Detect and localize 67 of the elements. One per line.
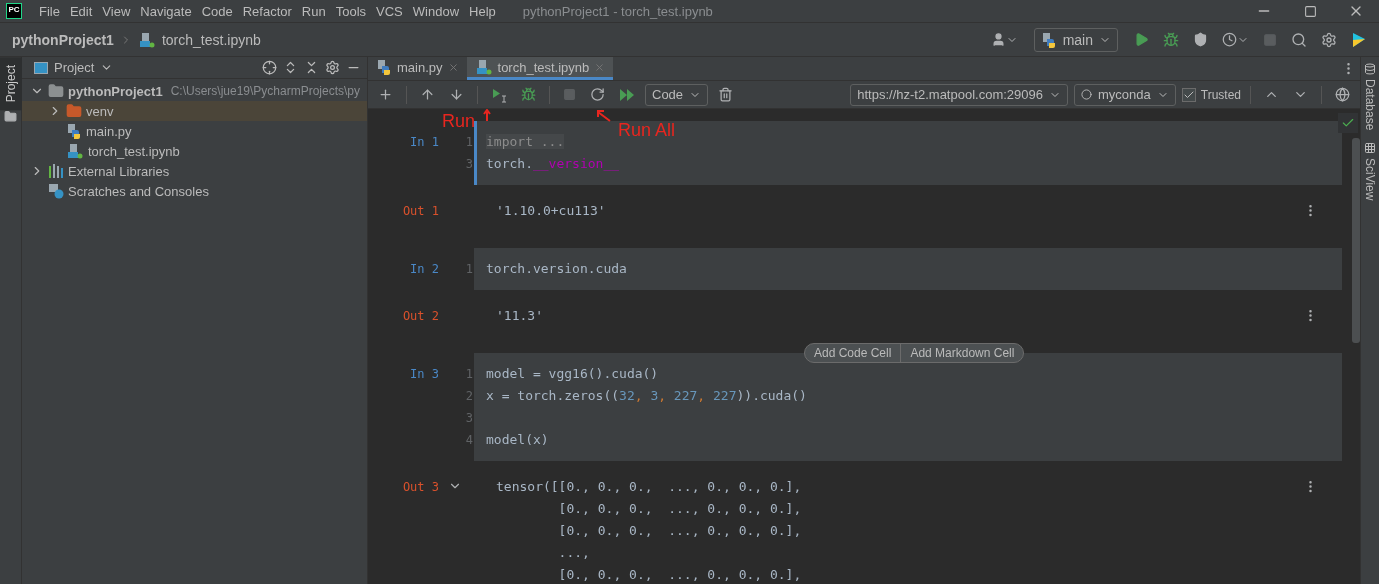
output-line: [0., 0., 0., ..., 0., 0., 0.], (557, 522, 802, 540)
trusted-checkbox[interactable]: Trusted (1181, 87, 1241, 102)
kernel-dropdown[interactable]: myconda (1074, 83, 1176, 106)
tree-item[interactable]: pythonProject1 C:\Users\jue19\PycharmProjects\py (22, 81, 367, 101)
editor-tab[interactable]: main.py (368, 57, 467, 80)
line-number: 1 (465, 261, 473, 278)
output-line: '1.10.0+cu113' (496, 202, 606, 220)
tree-item-label: External Libraries (68, 163, 170, 179)
tree-item[interactable]: main.py (22, 121, 367, 141)
cell-type-dropdown[interactable]: Code (645, 83, 709, 106)
window-title: pythonProject1 - torch_test.ipynb (522, 3, 714, 19)
tree-item[interactable]: torch_test.ipynb (22, 141, 367, 161)
menu-item[interactable]: Help (464, 3, 501, 19)
breadcrumb-file[interactable]: torch_test.ipynb (161, 31, 261, 48)
code-line: x = torch.zeros((32, 3, 227, 227)).cuda() (486, 387, 808, 405)
code-line: model = vgg16().cuda() (486, 365, 660, 383)
menu-item[interactable]: Run (296, 3, 331, 19)
annotation-text: Run All (618, 120, 676, 141)
tree-item[interactable]: External Libraries (22, 161, 367, 181)
tool-window-tab[interactable]: SciView (1363, 136, 1377, 207)
line-number: 1 (465, 366, 473, 383)
input-prompt: In 2 (409, 261, 439, 278)
panel-title[interactable]: Project (54, 60, 95, 75)
annotation-text: Run (442, 112, 476, 130)
tree-item-label: torch_test.ipynb (88, 143, 180, 159)
menu-item[interactable]: View (97, 3, 136, 19)
output-line: ..., (557, 544, 590, 562)
menu-item[interactable]: Window (407, 3, 465, 19)
editor-tab[interactable]: torch_test.ipynb (466, 57, 614, 80)
line-number: 2 (465, 388, 473, 405)
output-prompt: Out 3 (401, 479, 439, 496)
line-number: 3 (465, 156, 473, 173)
menu-item[interactable]: VCS (371, 3, 408, 19)
breadcrumb-project[interactable]: pythonProject1 (12, 31, 114, 48)
output-prompt: Out 2 (401, 308, 439, 325)
menu-item[interactable]: File (34, 3, 65, 19)
output-line: [0., 0., 0., ..., 0., 0., 0.], (557, 500, 802, 518)
tree-item-label: pythonProject1 (68, 83, 163, 99)
app-logo: PC (6, 3, 22, 19)
tool-window-tab[interactable]: Database (1363, 57, 1377, 137)
menu-item[interactable]: Edit (64, 3, 98, 19)
tree-item[interactable]: venv (22, 101, 367, 121)
code-line: torch.version.cuda (486, 260, 628, 278)
output-line: '11.3' (496, 307, 543, 325)
menu-item[interactable]: Navigate (135, 3, 197, 19)
input-prompt: In 1 (409, 134, 439, 151)
input-prompt: In 3 (409, 366, 439, 383)
code-line: model(x) (486, 431, 550, 449)
line-number: 4 (465, 432, 473, 449)
output-prompt: Out 1 (401, 203, 439, 220)
tree-item[interactable]: Scratches and Consoles (22, 181, 367, 201)
project-path: C:\Users\jue19\PycharmProjects\py (170, 84, 361, 98)
tree-item-label: venv (86, 103, 114, 119)
code-line: torch.__version__ (486, 155, 621, 173)
code-cell[interactable]: torch.version.cuda (474, 248, 1342, 290)
tree-item-label: main.py (86, 123, 132, 139)
project-tool-tab[interactable]: Project (0, 57, 22, 111)
menu-item[interactable]: Refactor (237, 3, 297, 19)
output-line: tensor([[0., 0., 0., ..., 0., 0., 0.], (496, 478, 802, 496)
run-configuration-dropdown[interactable]: main (1033, 27, 1118, 52)
menu-item[interactable]: Code (196, 3, 238, 19)
output-line: [0., 0., 0., ..., 0., 0., 0.], (557, 566, 802, 584)
line-number: 3 (465, 410, 473, 427)
menu-item[interactable]: Tools (330, 3, 372, 19)
line-number: 1 (465, 134, 473, 151)
tree-item-label: Scratches and Consoles (68, 183, 209, 199)
server-dropdown[interactable]: https://hz-t2.matpool.com:29096 (850, 83, 1068, 106)
